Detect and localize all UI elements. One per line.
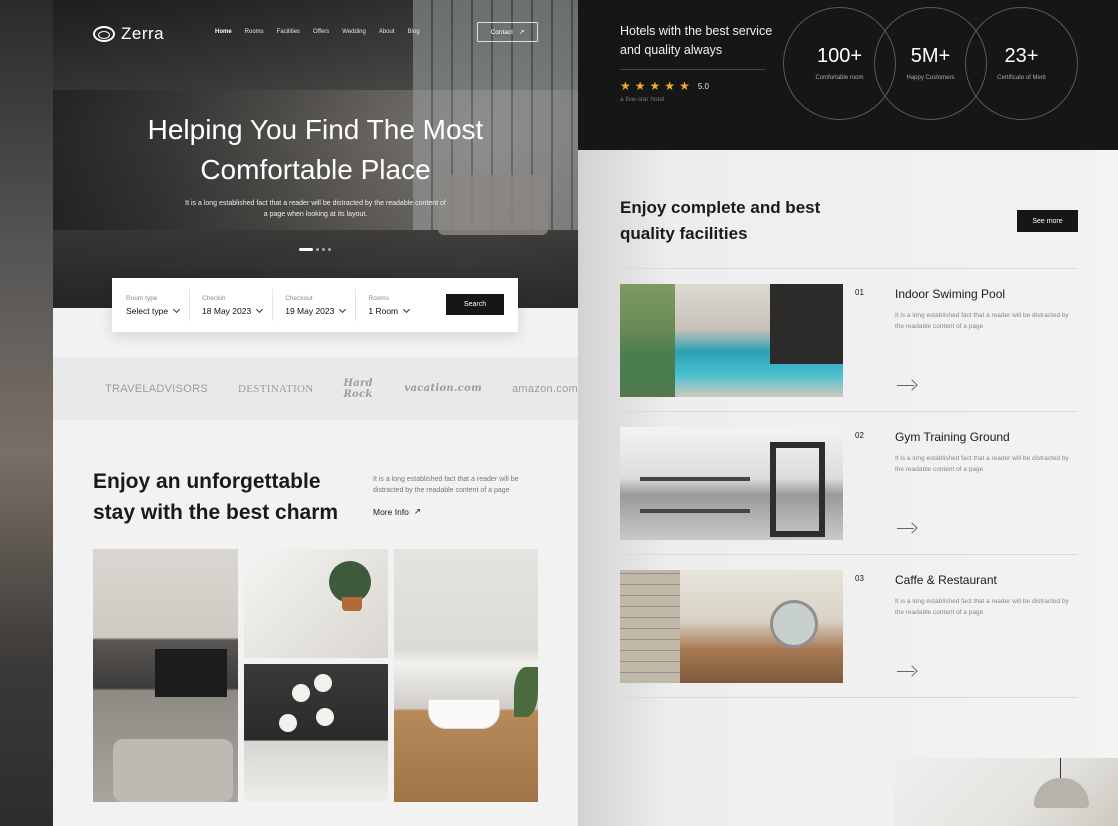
rating-value: 5.0 [697, 81, 709, 91]
room-type-select[interactable]: Room type Select type [126, 289, 191, 321]
more-info-link[interactable]: More Info ↗ [373, 506, 421, 517]
pendant-lamp-photo [894, 758, 1118, 826]
rating-caption: a five-star hotel [620, 96, 665, 103]
room-type-label: Room type [126, 294, 158, 302]
star-icon: ★ [664, 79, 676, 93]
arrow-up-right-icon: ↗ [518, 29, 525, 36]
star-icon: ★ [620, 79, 631, 93]
facilities-title: Enjoy complete and best quality faciliti… [620, 198, 821, 243]
carousel-dot[interactable] [328, 248, 331, 251]
logo-icon [93, 26, 115, 42]
star-icon: ★ [679, 79, 690, 93]
pool-photo [620, 284, 843, 397]
hero-title: Helping You Find The Most Comfortable Pl… [53, 110, 578, 190]
logo-text: Zerra [121, 24, 165, 43]
arrow-right-icon[interactable] [897, 665, 917, 677]
divider [620, 69, 765, 70]
divider [620, 411, 1078, 412]
arrow-right-icon[interactable] [897, 522, 917, 534]
chevron-down-icon [339, 305, 347, 313]
nav-item-rooms[interactable]: Rooms [245, 29, 264, 35]
stat-number: 23+ [1004, 44, 1039, 67]
divider [620, 554, 1078, 555]
carousel-dot[interactable] [322, 248, 325, 251]
facility-description: It is a long established fact that a rea… [895, 455, 1069, 473]
facility-number: 01 [855, 288, 864, 297]
checkout-value: 19 May 2023 [285, 305, 335, 316]
restaurant-photo [620, 570, 843, 683]
rating: ★ ★ ★ ★ ★ 5.0 [620, 80, 709, 92]
checkout-label: Checkout [285, 294, 313, 302]
gym-photo [620, 427, 843, 540]
facility-name: Caffe & Restaurant [895, 573, 997, 587]
facility-description: It is a long established fact that a rea… [895, 312, 1069, 330]
bedroom-lamps-photo [244, 664, 388, 802]
see-more-button[interactable]: See more [1017, 210, 1078, 232]
arrow-up-right-icon: ↗ [413, 506, 422, 516]
divider [620, 697, 1078, 698]
bathroom-sink-photo [394, 549, 538, 802]
main-nav: Home Rooms Facilities Offers Wedding Abo… [215, 29, 420, 35]
hero-title-line2: Comfortable Place [200, 154, 431, 185]
facility-description: It is a long established fact that a rea… [895, 598, 1069, 616]
logo[interactable]: Zerra [93, 24, 164, 44]
living-room-photo [93, 549, 238, 802]
partner-logo: vacation.com [404, 383, 483, 394]
nav-item-home[interactable]: Home [215, 29, 232, 35]
nav-item-blog[interactable]: Blog [408, 29, 420, 35]
facility-name: Indoor Swiming Pool [895, 287, 1006, 301]
rooms-select[interactable]: Rooms 1 Room [368, 289, 419, 321]
checkout-select[interactable]: Checkout 19 May 2023 [285, 289, 357, 321]
carousel-dots [299, 248, 331, 251]
nav-item-about[interactable]: About [379, 29, 395, 35]
bedside-plant-photo [244, 549, 388, 658]
facility-number: 03 [855, 574, 864, 583]
carousel-dot[interactable] [316, 248, 319, 251]
nav-item-wedding[interactable]: Wedding [342, 29, 366, 35]
hero-subtitle: It is a long established fact that a rea… [185, 200, 446, 218]
partner-logo: amazon.com [512, 382, 578, 395]
hero-title-line1: Helping You Find The Most [147, 114, 484, 145]
stay-title: Enjoy an unforgettable stay with the bes… [93, 470, 339, 524]
stat-number: 100+ [816, 44, 863, 67]
chevron-down-icon [173, 305, 181, 313]
partner-logo: Hard Rock [343, 377, 373, 400]
room-type-value: Select type [126, 305, 169, 316]
rooms-value: 1 Room [368, 305, 399, 316]
chevron-down-icon [403, 305, 411, 313]
search-button[interactable]: Search [446, 294, 504, 315]
nav-item-facilities[interactable]: Facilities [277, 29, 300, 35]
contact-label: Contact [490, 28, 513, 36]
star-icon: ★ [634, 79, 646, 93]
booking-bar: Room type Select type Checkin 18 May 202… [112, 278, 518, 332]
stats-banner: Hotels with the best service and quality… [578, 0, 1118, 150]
nav-item-offers[interactable]: Offers [313, 29, 329, 35]
carousel-dot-active[interactable] [299, 248, 313, 251]
stat-label: Comfortable room [815, 74, 864, 81]
stat-number: 5M+ [910, 44, 951, 67]
checkin-value: 18 May 2023 [202, 305, 252, 316]
divider [620, 268, 1078, 269]
stats-tagline: Hotels with the best service and quality… [620, 24, 773, 57]
partner-logos: TRAVELADVISORS DESTINATION Hard Rock vac… [53, 357, 578, 420]
facilities-section: Enjoy complete and best quality faciliti… [578, 150, 1118, 826]
checkin-select[interactable]: Checkin 18 May 2023 [202, 289, 274, 321]
arrow-right-icon[interactable] [897, 379, 917, 391]
rooms-label: Rooms [368, 294, 389, 302]
landing-page-left: Zerra Home Rooms Facilities Offers Weddi… [53, 0, 578, 826]
stat-label: Certificate of Merit [997, 74, 1046, 81]
star-icon: ★ [649, 79, 661, 93]
more-info-label: More Info [373, 506, 409, 517]
stat-certificates: 23+ Certificate of Merit [965, 7, 1078, 120]
stay-description: It is a long established fact that a rea… [373, 476, 519, 494]
chevron-down-icon [256, 305, 264, 313]
partner-logo: TRAVELADVISORS [105, 382, 209, 395]
facility-number: 02 [855, 431, 864, 440]
hero-section: Zerra Home Rooms Facilities Offers Weddi… [53, 0, 578, 308]
facility-name: Gym Training Ground [895, 430, 1010, 444]
stat-label: Happy Customers [906, 74, 955, 81]
checkin-label: Checkin [202, 294, 226, 302]
partner-logo: DESTINATION [238, 382, 314, 395]
contact-button[interactable]: Contact ↗ [477, 22, 538, 42]
